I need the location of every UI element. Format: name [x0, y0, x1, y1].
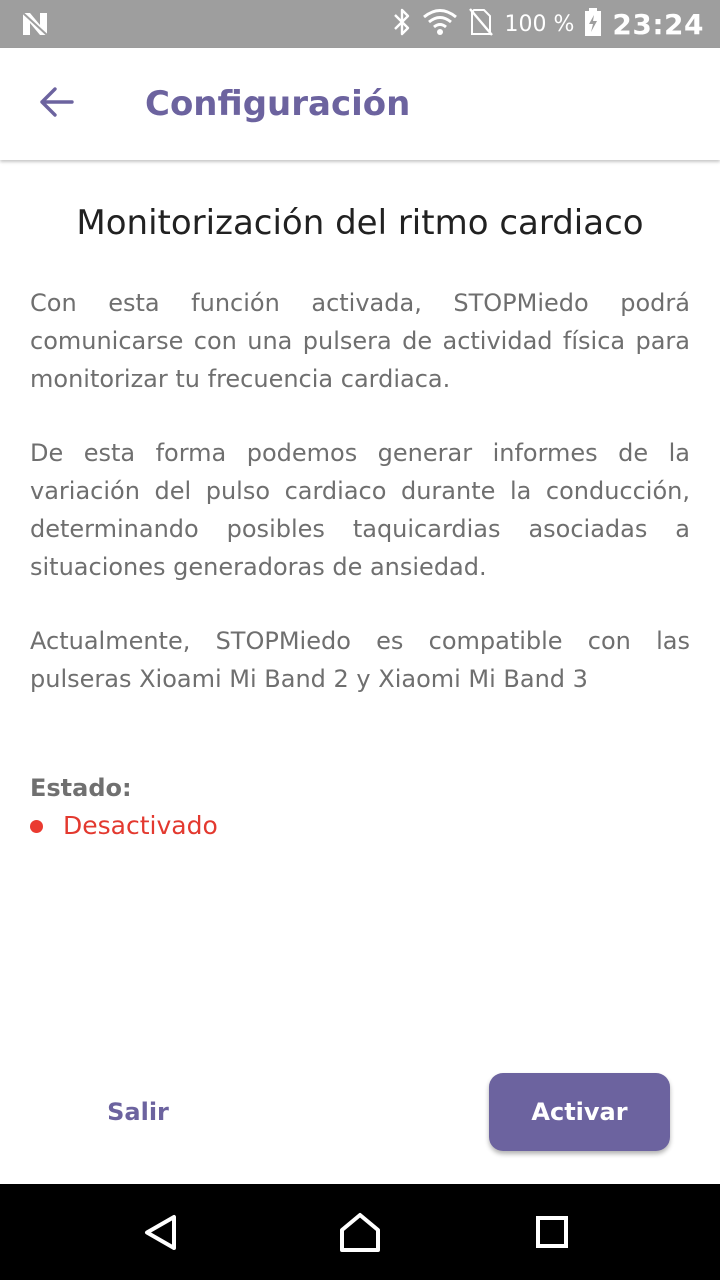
- nav-recents-button[interactable]: [522, 1202, 582, 1262]
- status-label: Estado:: [30, 774, 132, 802]
- paragraph-compatibility: Actualmente, STOPMiedo es compatible con…: [30, 627, 690, 693]
- no-sim-icon: [468, 7, 494, 41]
- wifi-icon: [422, 8, 458, 40]
- recents-square-icon: [522, 1216, 582, 1266]
- notification-n-icon: [20, 10, 50, 38]
- nav-back-button[interactable]: [130, 1202, 190, 1262]
- navigation-bar: [0, 1184, 720, 1280]
- status-dot-icon: [30, 819, 43, 833]
- back-button[interactable]: [28, 76, 84, 132]
- content: Monitorización del ritmo cardiaco Con es…: [30, 160, 690, 698]
- app-bar: Configuración: [0, 48, 720, 160]
- paragraph-description: Con esta función activada, STOPMiedo pod…: [30, 289, 690, 393]
- activate-button[interactable]: Activar: [489, 1073, 670, 1151]
- status-value: Desactivado: [63, 811, 218, 840]
- battery-percentage: 100 %: [504, 11, 575, 37]
- nav-home-button[interactable]: [330, 1202, 390, 1262]
- page-title: Configuración: [145, 84, 411, 124]
- arrow-left-icon: [38, 85, 74, 123]
- clock: 23:24: [612, 7, 704, 41]
- paragraph-reports: De esta forma podemos generar informes d…: [30, 439, 690, 581]
- section-heading: Monitorización del ritmo cardiaco: [76, 203, 644, 243]
- home-icon: [330, 1213, 390, 1266]
- bluetooth-icon: [392, 7, 412, 41]
- status-icons: 100 % 23:24: [392, 0, 704, 48]
- exit-button[interactable]: Salir: [90, 1082, 186, 1142]
- status-bar: 100 % 23:24: [0, 0, 720, 48]
- status-indicator: Desactivado: [30, 808, 218, 844]
- battery-charging-icon: [584, 7, 602, 41]
- screen: 100 % 23:24 Configuración Monitorización…: [0, 0, 720, 1280]
- back-triangle-icon: [130, 1215, 190, 1266]
